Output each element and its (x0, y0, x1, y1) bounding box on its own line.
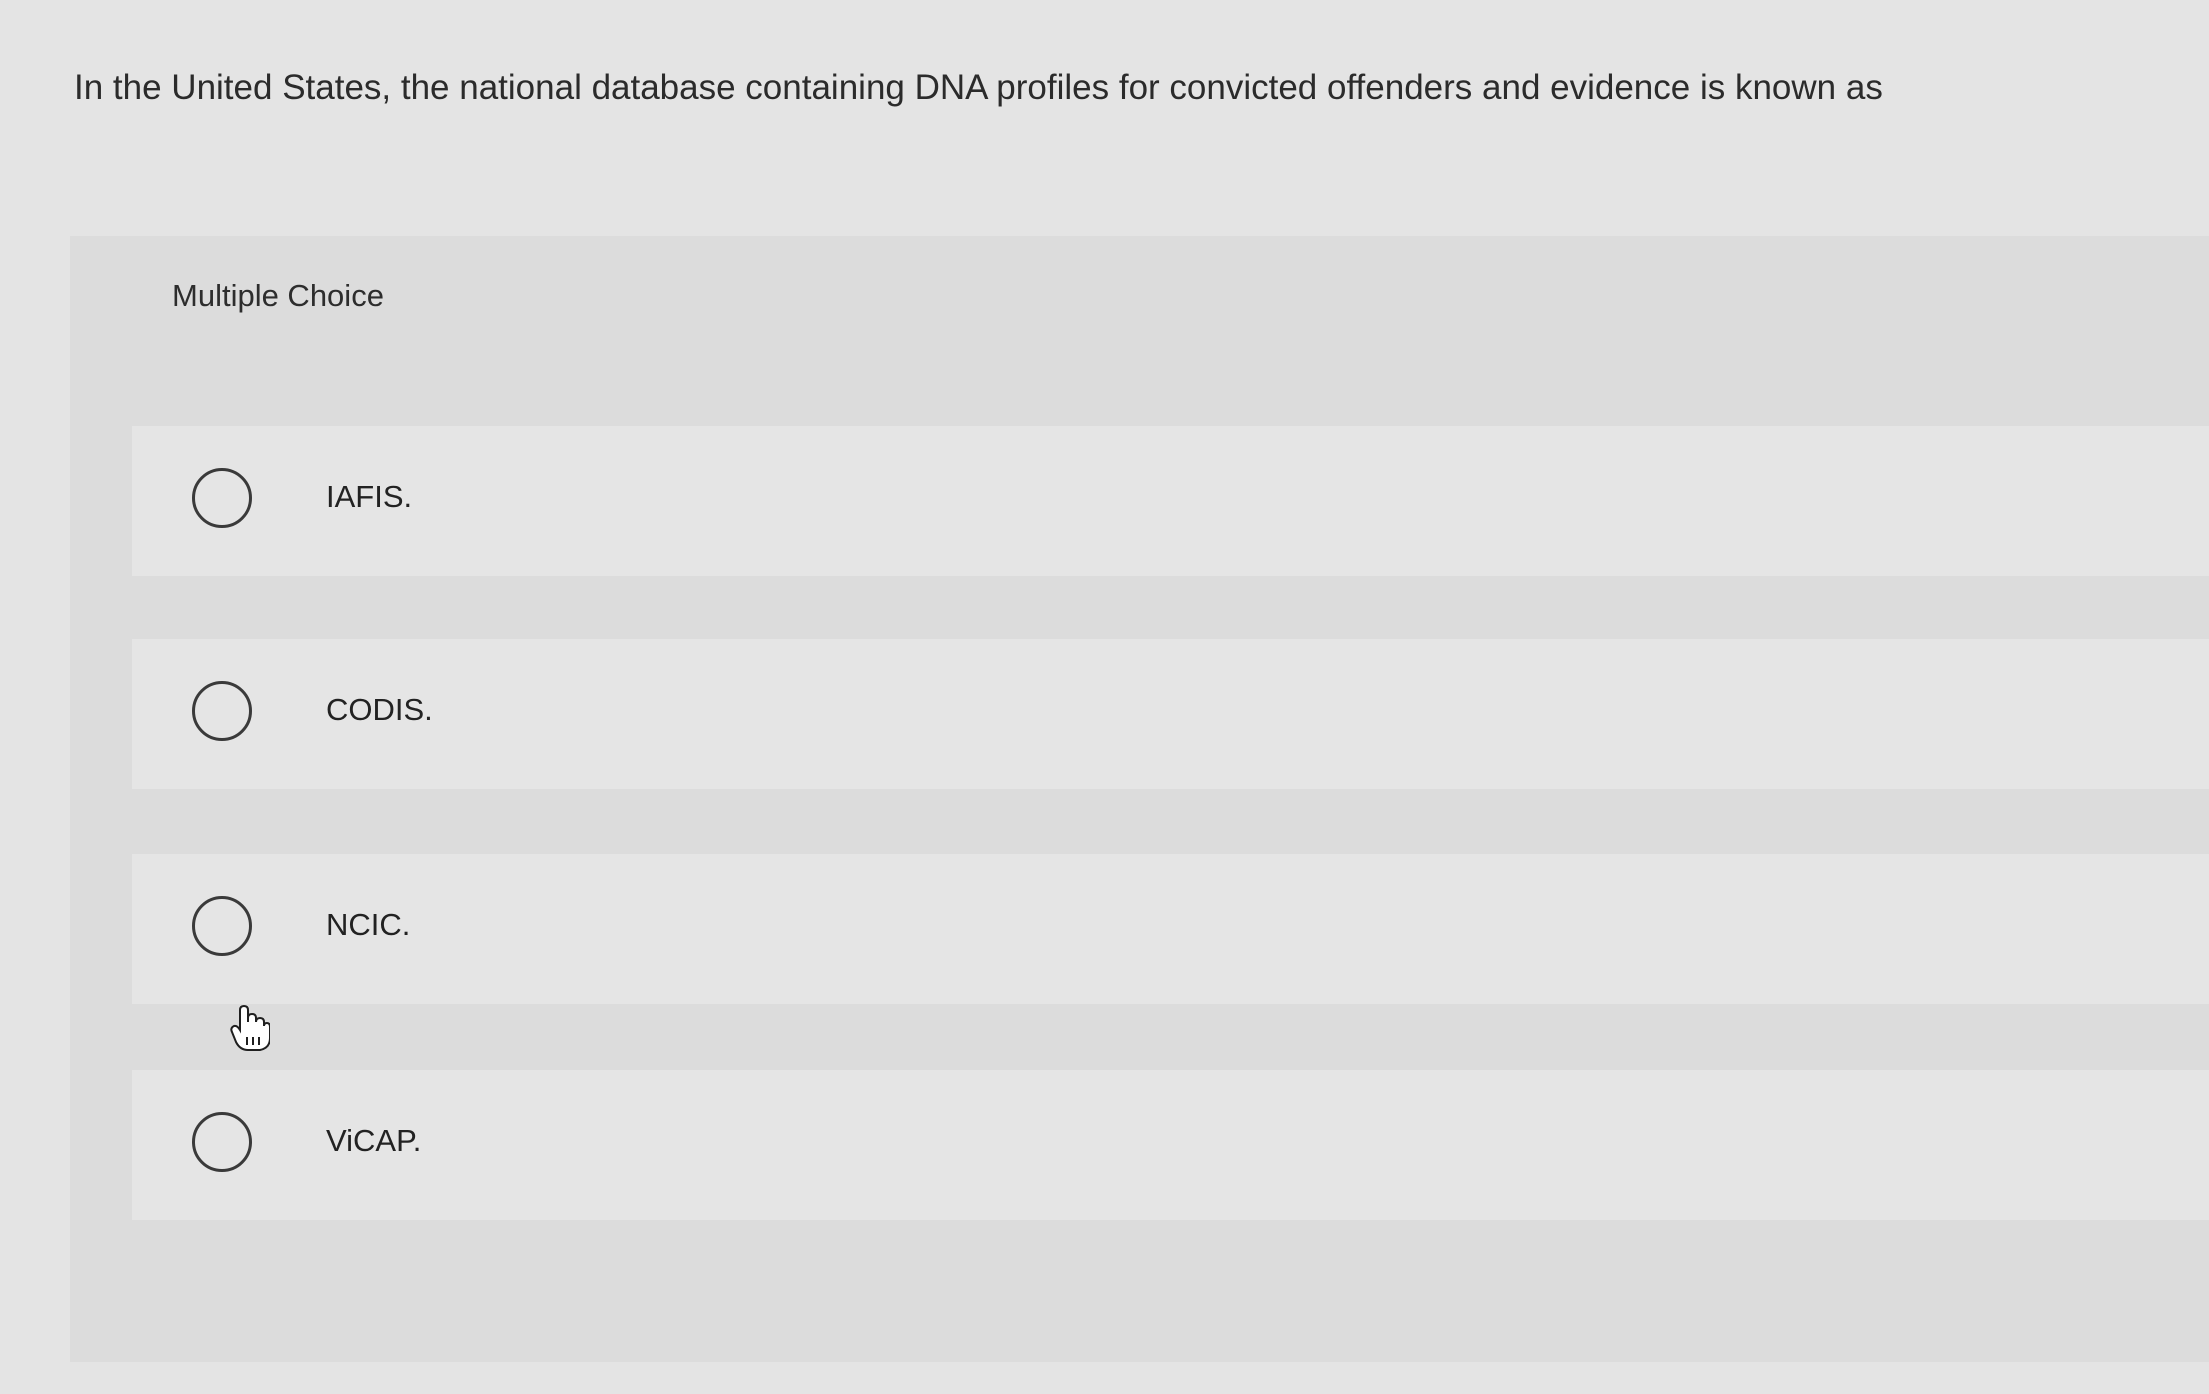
hand-pointer-icon (230, 1004, 271, 1052)
multiple-choice-panel: Multiple Choice IAFIS. CODIS. NCIC. ViCA… (70, 236, 2209, 1362)
multiple-choice-label: Multiple Choice (172, 278, 384, 313)
choice-option-vicap[interactable]: ViCAP. (132, 1070, 2209, 1220)
radio-button[interactable] (192, 468, 252, 528)
radio-button[interactable] (192, 896, 252, 956)
choice-option-label: CODIS. (326, 692, 433, 727)
radio-button[interactable] (192, 1112, 252, 1172)
choice-option-label: NCIC. (326, 907, 411, 942)
choice-option-label: ViCAP. (326, 1123, 422, 1158)
choice-option-codis[interactable]: CODIS. (132, 639, 2209, 789)
radio-button[interactable] (192, 681, 252, 741)
choice-option-iafis[interactable]: IAFIS. (132, 426, 2209, 576)
choice-option-label: IAFIS. (326, 479, 413, 514)
question-text: In the United States, the national datab… (74, 68, 1883, 107)
choice-option-ncic[interactable]: NCIC. (132, 854, 2209, 1004)
